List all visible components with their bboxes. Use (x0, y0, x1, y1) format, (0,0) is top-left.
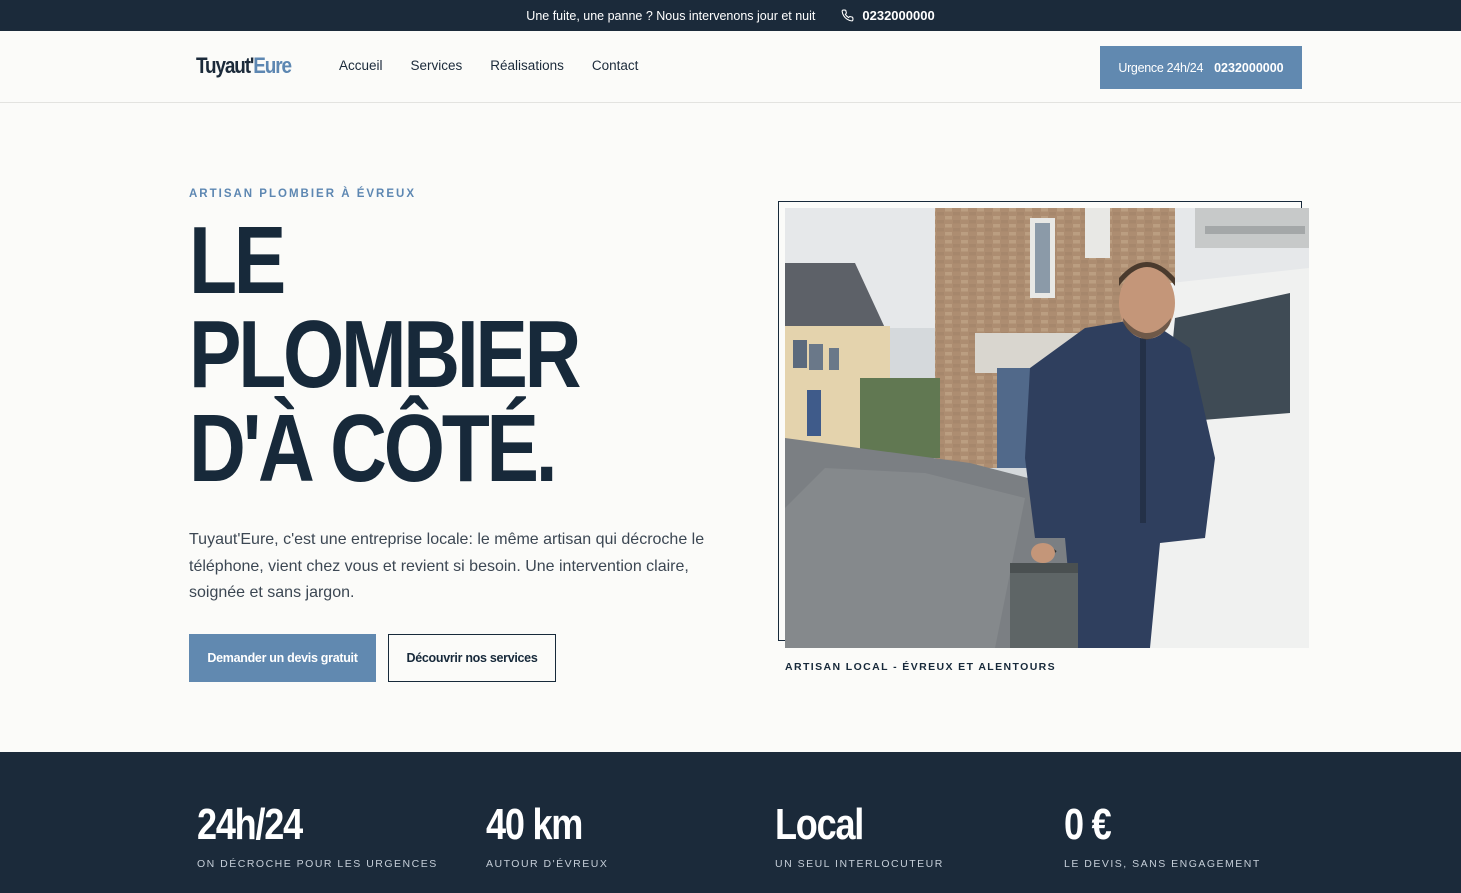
nav-item-accueil[interactable]: Accueil (339, 58, 383, 73)
hero-eyebrow: ARTISAN PLOMBIER À ÉVREUX (189, 188, 416, 200)
logo[interactable]: Tuyaut'Eure (196, 53, 292, 79)
logo-main: Tuyaut' (196, 53, 254, 78)
stat-value: 24h/24 (197, 800, 303, 849)
discover-services-button[interactable]: Découvrir nos services (388, 634, 556, 682)
phone-icon (841, 9, 854, 22)
stat-value: Local (775, 800, 864, 849)
site-header: Tuyaut'Eure Accueil Services Réalisation… (0, 31, 1461, 103)
stat-label: UN SEUL INTERLOCUTEUR (775, 858, 944, 870)
stat-item: Local UN SEUL INTERLOCUTEUR (775, 800, 942, 870)
main-nav: Accueil Services Réalisations Contact (339, 58, 666, 73)
hero-title: LE PLOMBIER D'À CÔTÉ. (189, 207, 648, 502)
stat-value: 0 € (1064, 800, 1112, 849)
hero-title-line-3: D'À CÔTÉ. (189, 395, 558, 502)
urgent-call-button[interactable]: Urgence 24h/24 0232000000 (1100, 46, 1302, 89)
nav-item-realisations[interactable]: Réalisations (490, 58, 564, 73)
stat-label: AUTOUR D'ÉVREUX (486, 858, 609, 870)
topbar-phone-number: 0232000000 (862, 8, 935, 23)
stat-item: 0 € LE DEVIS, SANS ENGAGEMENT (1064, 800, 1259, 870)
plumber-photo-illustration (785, 208, 1309, 648)
urgent-phone: 0232000000 (1214, 60, 1284, 75)
stat-value: 40 km (486, 800, 583, 849)
nav-item-services[interactable]: Services (411, 58, 463, 73)
logo-accent: Eure (253, 53, 292, 78)
announcement-message: Une fuite, une panne ? Nous intervenons … (526, 8, 816, 23)
quote-request-button[interactable]: Demander un devis gratuit (189, 634, 376, 682)
stat-item: 40 km AUTOUR D'ÉVREUX (486, 800, 607, 870)
hero-description: Tuyaut'Eure, c'est une entreprise locale… (189, 531, 705, 601)
hero-photo (785, 208, 1309, 648)
stat-label: ON DÉCROCHE POUR LES URGENCES (197, 858, 438, 870)
nav-item-contact[interactable]: Contact (592, 58, 639, 73)
urgent-label: Urgence 24h/24 (1118, 60, 1204, 75)
stat-label: LE DEVIS, SANS ENGAGEMENT (1064, 858, 1261, 870)
stat-item: 24h/24 ON DÉCROCHE POUR LES URGENCES (197, 800, 436, 870)
hero-title-line-1: LE (189, 207, 286, 314)
stats-band: 24h/24 ON DÉCROCHE POUR LES URGENCES 40 … (0, 752, 1461, 893)
photo-caption: ARTISAN LOCAL - ÉVREUX ET ALENTOURS (785, 661, 1057, 673)
announcement-bar: Une fuite, une panne ? Nous intervenons … (0, 0, 1461, 31)
topbar-phone-link[interactable]: 0232000000 (841, 8, 935, 23)
hero-title-line-2: PLOMBIER (189, 301, 582, 408)
